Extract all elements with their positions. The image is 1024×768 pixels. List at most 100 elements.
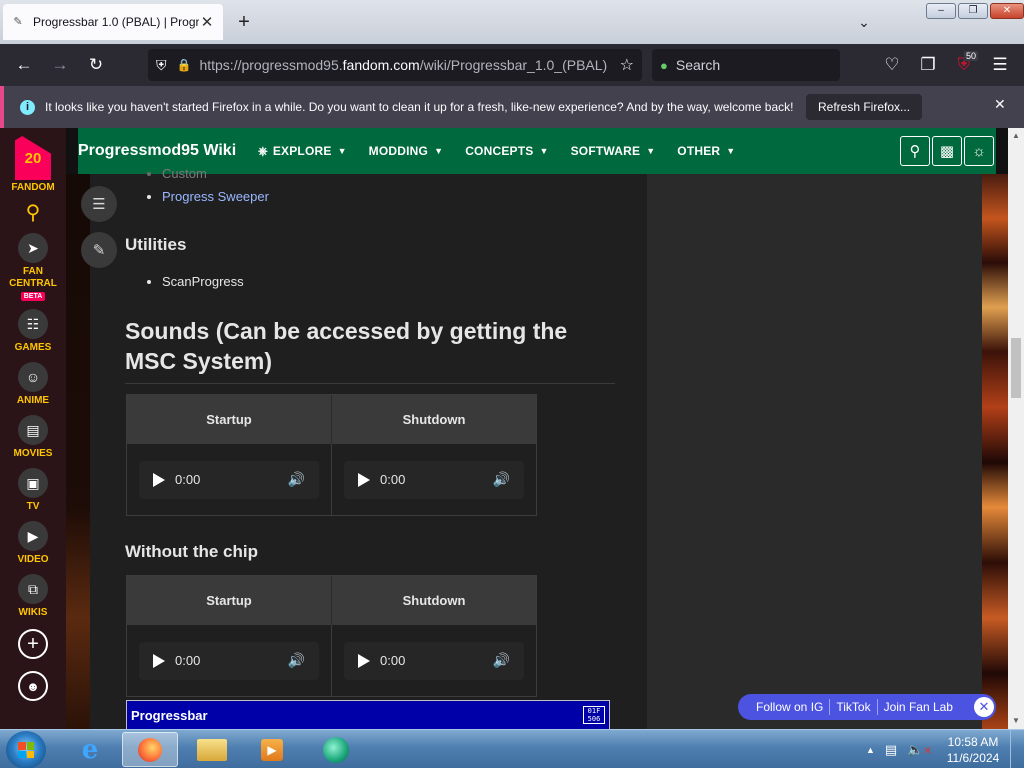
scroll-down-arrow-icon[interactable]: ▼ [1008,713,1024,729]
taskbar-clock[interactable]: 10:58 AM 11/6/2024 [940,734,1006,766]
wiki-nav: ⎈ EXPLORE ▼ MODDING ▼ CONCEPTS ▼ SOFTWAR… [258,144,757,159]
rail-item-video[interactable]: ▶ VIDEO [17,521,49,566]
follow-on-ig-link[interactable]: Follow on IG [750,700,829,714]
rail-item-movies[interactable]: ▤ MOVIES [13,415,53,460]
volume-icon[interactable]: 🔊 [493,652,510,669]
maximize-button[interactable]: ❐ [958,3,988,19]
column-header-startup: Startup [206,593,252,608]
media-player-icon[interactable]: ▶ [244,732,300,767]
play-icon[interactable] [153,472,165,487]
shield-icon[interactable]: ⛨ [156,57,167,74]
rail-account-button[interactable]: ☻ [18,671,48,701]
pocket-icon[interactable]: ♡ [874,49,910,81]
startup-cell: 0:00 🔊 [127,444,331,515]
fan-lab-follow-bar: Follow on IG TikTok Join Fan Lab [738,694,996,720]
reload-icon[interactable]: ↻ [78,49,114,81]
extensions-puzzle-icon[interactable]: ❐ [910,49,946,81]
scroll-up-arrow-icon[interactable]: ▲ [1008,128,1024,144]
page-scrollbar[interactable]: ▲ ▼ [1008,128,1024,729]
hamburger-menu-icon[interactable]: ☰ [982,49,1018,81]
caret-down-icon: ▼ [646,146,656,156]
shutdown-cell: 0:00 🔊 [331,625,536,696]
volume-icon[interactable]: 🔊 [288,652,305,669]
forward-arrow-icon[interactable]: → [42,49,78,81]
rail-create-button[interactable]: + [18,629,48,659]
sounds-heading: Sounds (Can be accessed by getting the M… [125,316,615,384]
column-header-startup: Startup [206,412,252,427]
tab-favicon-icon: ✎ [13,16,23,28]
custom-link[interactable]: Custom [162,166,207,181]
address-bar[interactable]: ⛨ 🔒 https://progressmod95.fandom.com/wik… [148,49,642,81]
rail-label-wikis: WIKIS [18,607,48,618]
progressbar-window-title: Progressbar [131,707,208,723]
play-icon[interactable] [358,472,370,487]
rail-label-anime: ANIME [16,395,50,406]
close-icon[interactable]: ✕ [994,96,1006,113]
bookmark-star-icon[interactable]: ☆ [620,55,634,75]
nav-software[interactable]: SOFTWARE ▼ [571,144,656,159]
list-all-tabs-chevron-icon[interactable]: ⌄ [852,10,876,34]
show-desktop-button[interactable] [1010,730,1024,768]
ublock-icon[interactable]: ⛨ 50 [946,49,982,81]
lock-icon[interactable]: 🔒 [177,58,192,72]
tiktok-link[interactable]: TikTok [830,700,876,714]
background-image-right [982,174,1008,729]
table-of-contents-icon[interactable]: ☰ [81,186,117,222]
audio-player-startup[interactable]: 0:00 🔊 [139,641,319,680]
rail-item-games[interactable]: ☷ GAMES [15,309,51,354]
search-icon[interactable]: ⚲ [26,200,41,225]
rail-item-fan-central[interactable]: ➤ FAN CENTRAL BETA [8,233,58,301]
nav-other[interactable]: OTHER ▼ [677,144,735,159]
rail-label-movies: MOVIES [13,448,53,459]
file-explorer-icon[interactable] [184,732,240,767]
window-close-button[interactable]: ✕ [990,3,1024,19]
movie-icon: ▤ [18,415,48,445]
rail-item-anime[interactable]: ☺ ANIME [17,362,49,407]
rail-item-tv[interactable]: ▣ TV [18,468,48,513]
edit-pencil-icon[interactable]: ✎ [81,232,117,268]
volume-icon[interactable]: 🔊 [493,471,510,488]
fandom-label: FANDOM [11,182,55,193]
volume-muted-icon[interactable]: 🔈✕ [907,742,932,758]
search-bar[interactable]: ● Search [652,49,840,81]
network-icon[interactable]: ▤ [885,742,897,758]
refresh-firefox-button[interactable]: Refresh Firefox... [806,94,923,120]
new-tab-button[interactable]: + [232,10,256,34]
show-hidden-icons-icon[interactable]: ▲ [866,745,875,755]
url-text[interactable]: https://progressmod95.fandom.com/wiki/Pr… [199,57,619,73]
join-fan-lab-link[interactable]: Join Fan Lab [878,700,959,714]
progress-sweeper-link[interactable]: Progress Sweeper [162,189,269,204]
scrollbar-thumb[interactable] [1011,338,1021,398]
tab-close-icon[interactable]: ✕ [199,13,215,31]
beta-badge: BETA [20,292,46,301]
page-background: Progressmod95 Wiki ⎈ EXPLORE ▼ MODDING ▼… [66,128,1008,729]
nav-explore[interactable]: ⎈ EXPLORE ▼ [258,144,347,159]
search-icon[interactable]: ⚲ [900,136,930,166]
progressbar-window-preview: Progressbar 01F 506 [126,700,610,729]
play-icon[interactable] [358,653,370,668]
discussions-icon[interactable]: ▩ [932,136,962,166]
app-fish-icon[interactable] [308,732,364,767]
theme-toggle-sun-icon[interactable]: ☼ [964,136,994,166]
fandom-logo[interactable]: 20 [15,136,51,180]
browser-tab-active[interactable]: ✎ Progressbar 1.0 (PBAL) | Progre ✕ [3,4,223,40]
play-icon[interactable] [153,653,165,668]
audio-player-shutdown[interactable]: 0:00 🔊 [344,641,524,680]
nav-concepts[interactable]: CONCEPTS ▼ [465,144,548,159]
close-icon[interactable]: ✕ [974,697,994,717]
back-arrow-icon[interactable]: ← [6,49,42,81]
clock-date: 11/6/2024 [946,751,1000,765]
volume-icon[interactable]: 🔊 [288,471,305,488]
table-header-row: Startup Shutdown [127,395,536,444]
audio-player-shutdown[interactable]: 0:00 🔊 [344,460,524,499]
caret-down-icon: ▼ [539,146,549,156]
audio-player-startup[interactable]: 0:00 🔊 [139,460,319,499]
wiki-title[interactable]: Progressmod95 Wiki [78,142,258,160]
firefox-icon[interactable] [122,732,178,767]
start-button[interactable] [6,731,46,768]
nav-modding[interactable]: MODDING ▼ [369,144,444,159]
internet-explorer-icon[interactable]: e [62,732,118,767]
minimize-button[interactable]: – [926,3,956,19]
rail-item-wikis[interactable]: ⧉ WIKIS [18,574,48,619]
notification-message: It looks like you haven't started Firefo… [45,100,794,114]
